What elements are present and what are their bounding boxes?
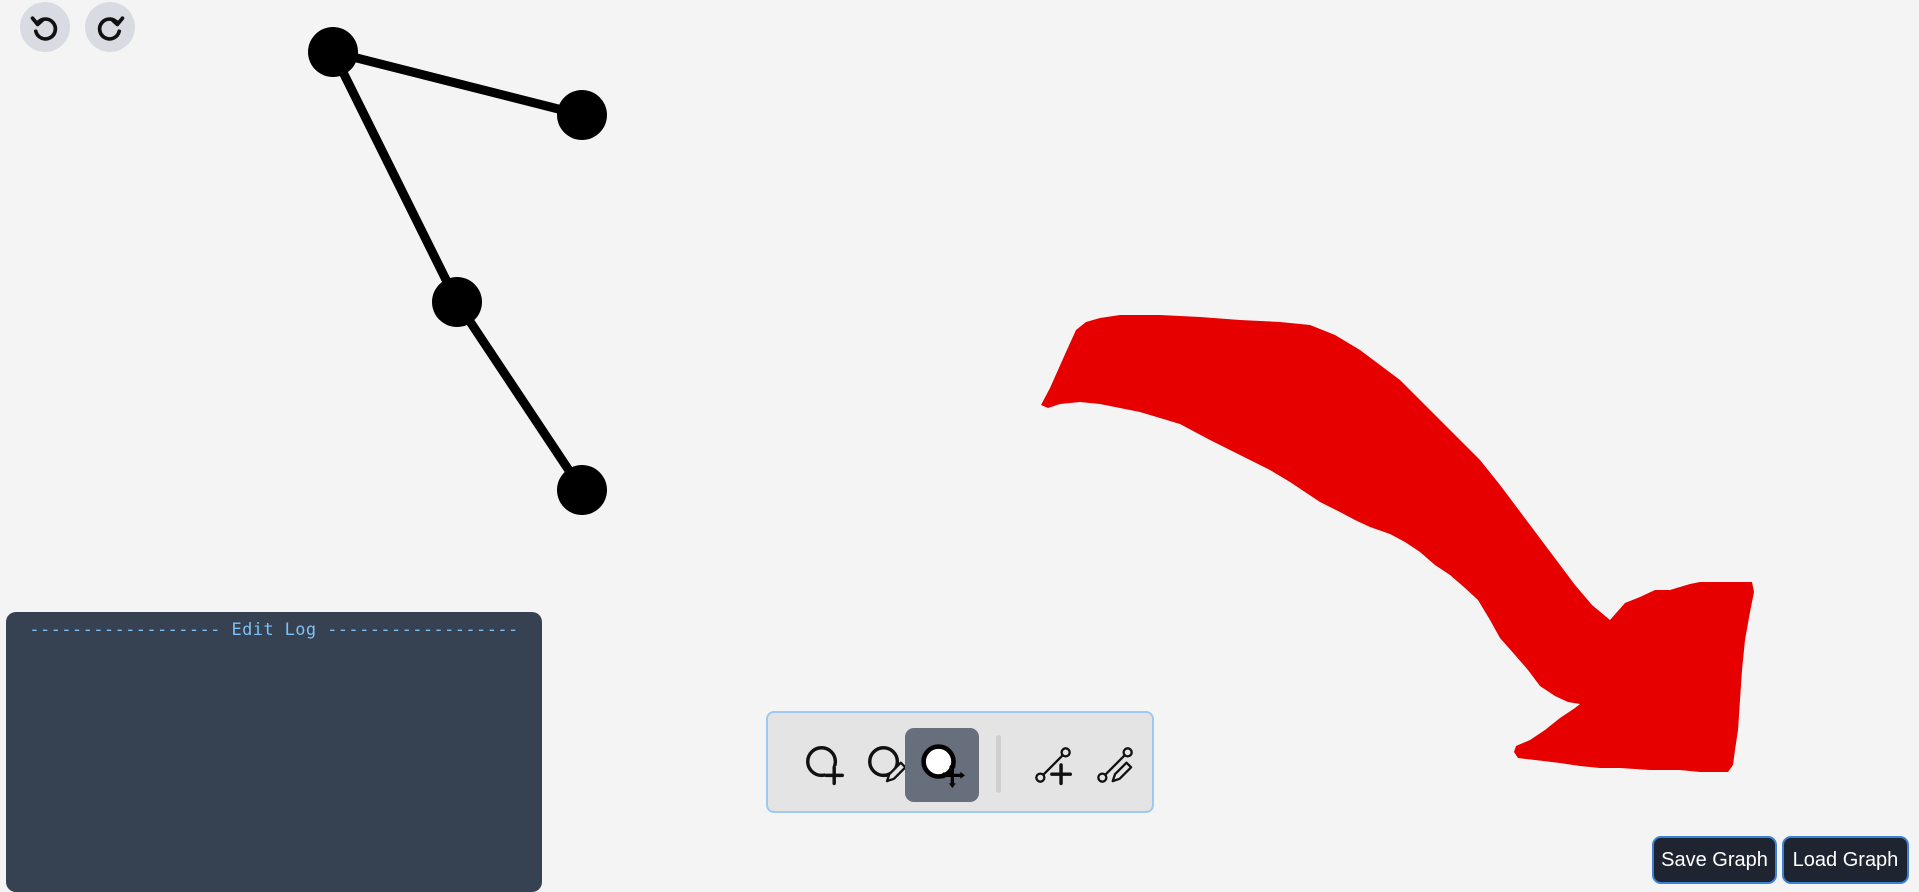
graph-edge[interactable] — [452, 297, 587, 495]
red-arrow-annotation — [1041, 315, 1754, 772]
tool-toolbar — [766, 711, 1154, 813]
redo-button[interactable] — [85, 2, 135, 52]
save-graph-button[interactable]: Save Graph — [1652, 836, 1777, 884]
move-node-icon — [921, 744, 965, 788]
graph-node[interactable] — [432, 277, 482, 327]
move-node-tool[interactable] — [905, 728, 979, 802]
edit-log-title: ------------------ Edit Log ------------… — [29, 620, 519, 640]
graph-edge[interactable] — [328, 47, 462, 307]
redo-icon — [97, 16, 125, 41]
toolbar-separator — [996, 735, 1001, 793]
edit-edge-tool[interactable] — [1078, 728, 1152, 802]
graph-node[interactable] — [308, 27, 358, 77]
add-node-icon — [806, 746, 844, 786]
graph-node[interactable] — [557, 90, 607, 140]
add-edge-icon — [1035, 747, 1072, 786]
edit-node-icon — [868, 746, 907, 783]
graph-node[interactable] — [557, 465, 607, 515]
edit-log-panel: ------------------ Edit Log ------------… — [6, 612, 542, 892]
undo-button[interactable] — [20, 2, 70, 52]
load-graph-button[interactable]: Load Graph — [1782, 836, 1909, 884]
edit-edge-icon — [1097, 747, 1133, 783]
undo-icon — [30, 16, 58, 41]
graph-edge[interactable] — [328, 47, 587, 120]
